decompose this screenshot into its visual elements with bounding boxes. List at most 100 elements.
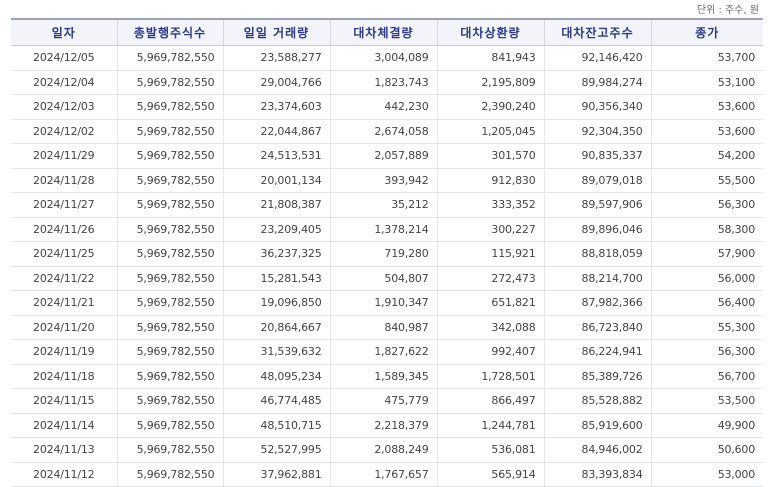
- cell-total-shares: 5,969,782,550: [116, 94, 223, 120]
- table-row: 2024/12/04 5,969,782,550 29,004,766 1,823,7…: [11, 70, 763, 95]
- cell-total-shares: 5,969,782,550: [116, 168, 223, 193]
- lending-balance-table: 일자 총발행주식수 일일 거래량 대차체결량 대차상환량 대차잔고주수 종가 2…: [11, 18, 763, 487]
- table-row: 2024/11/14 5,969,782,550 48,510,715 2,218,3…: [11, 413, 763, 438]
- cell-lending-executed: 475,779: [329, 388, 437, 414]
- table-row: 2024/11/22 5,969,782,550 15,281,543 504,807…: [11, 266, 763, 291]
- cell-lending-balance: 89,079,018: [543, 168, 651, 193]
- cell-lending-balance: 89,984,274: [543, 70, 651, 95]
- table-row: 2024/12/05 5,969,782,550 23,588,277 3,004,0…: [11, 45, 763, 71]
- cell-lending-repaid: 1,205,045: [436, 119, 544, 144]
- cell-date: 2024/11/26: [11, 217, 117, 242]
- table-row: 2024/11/12 5,969,782,550 37,962,881 1,767,6…: [11, 462, 763, 487]
- cell-daily-volume: 24,513,531: [222, 143, 330, 169]
- cell-daily-volume: 48,095,234: [222, 364, 330, 389]
- cell-daily-volume: 29,004,766: [222, 70, 330, 95]
- cell-lending-repaid: 342,088: [436, 315, 544, 340]
- cell-date: 2024/11/25: [11, 241, 117, 267]
- cell-total-shares: 5,969,782,550: [116, 364, 223, 389]
- table-row: 2024/11/27 5,969,782,550 21,808,387 35,212 3…: [11, 192, 763, 218]
- cell-close-price: 57,900: [650, 241, 763, 267]
- table-row: 2024/11/15 5,969,782,550 46,774,485 475,779…: [11, 388, 763, 414]
- cell-lending-executed: 3,004,089: [329, 45, 437, 71]
- header-lending-balance: 대차잔고주수: [543, 19, 651, 46]
- cell-lending-balance: 88,818,059: [543, 241, 651, 267]
- cell-lending-balance: 84,946,002: [543, 437, 651, 463]
- cell-lending-repaid: 651,821: [436, 290, 544, 316]
- header-total-shares: 총발행주식수: [116, 19, 223, 46]
- header-lending-executed: 대차체결량: [329, 19, 437, 46]
- cell-lending-repaid: 866,497: [436, 388, 544, 414]
- cell-close-price: 56,400: [650, 290, 763, 316]
- cell-daily-volume: 31,539,632: [222, 339, 330, 365]
- cell-lending-executed: 1,767,657: [329, 462, 437, 487]
- header-date: 일자: [11, 19, 117, 46]
- cell-lending-repaid: 1,244,781: [436, 413, 544, 438]
- cell-lending-balance: 90,356,340: [543, 94, 651, 120]
- unit-label: 단위 : 주수, 원: [696, 5, 759, 16]
- table-body: 2024/12/05 5,969,782,550 23,588,277 3,004,0…: [11, 45, 763, 487]
- cell-lending-executed: 442,230: [329, 94, 437, 120]
- header-daily-volume: 일일 거래량: [222, 19, 330, 46]
- cell-total-shares: 5,969,782,550: [116, 437, 223, 463]
- cell-close-price: 53,700: [650, 45, 763, 71]
- cell-lending-executed: 719,280: [329, 241, 437, 267]
- cell-date: 2024/11/21: [11, 290, 117, 316]
- cell-close-price: 56,300: [650, 192, 763, 218]
- cell-lending-executed: 2,057,889: [329, 143, 437, 169]
- table-row: 2024/11/28 5,969,782,550 20,001,134 393,942…: [11, 168, 763, 193]
- cell-close-price: 55,500: [650, 168, 763, 193]
- cell-close-price: 50,600: [650, 437, 763, 463]
- cell-lending-executed: 393,942: [329, 168, 437, 193]
- table-row: 2024/11/19 5,969,782,550 31,539,632 1,827,6…: [11, 339, 763, 365]
- cell-lending-repaid: 992,407: [436, 339, 544, 365]
- cell-total-shares: 5,969,782,550: [116, 339, 223, 365]
- cell-total-shares: 5,969,782,550: [116, 388, 223, 414]
- cell-daily-volume: 19,096,850: [222, 290, 330, 316]
- cell-lending-repaid: 301,570: [436, 143, 544, 169]
- cell-date: 2024/11/13: [11, 437, 117, 463]
- cell-daily-volume: 23,209,405: [222, 217, 330, 242]
- table-row: 2024/11/21 5,969,782,550 19,096,850 1,910,3…: [11, 290, 763, 316]
- cell-total-shares: 5,969,782,550: [116, 266, 223, 291]
- cell-lending-repaid: 912,830: [436, 168, 544, 193]
- cell-close-price: 56,000: [650, 266, 763, 291]
- cell-date: 2024/11/15: [11, 388, 117, 414]
- header-close-price: 종가: [650, 19, 763, 46]
- cell-lending-executed: 2,088,249: [329, 437, 437, 463]
- cell-total-shares: 5,969,782,550: [116, 192, 223, 218]
- cell-date: 2024/11/29: [11, 143, 117, 169]
- cell-lending-repaid: 1,728,501: [436, 364, 544, 389]
- cell-total-shares: 5,969,782,550: [116, 143, 223, 169]
- cell-daily-volume: 48,510,715: [222, 413, 330, 438]
- cell-date: 2024/12/02: [11, 119, 117, 144]
- cell-daily-volume: 36,237,325: [222, 241, 330, 267]
- table-row: 2024/11/13 5,969,782,550 52,527,995 2,088,2…: [11, 437, 763, 463]
- cell-lending-executed: 840,987: [329, 315, 437, 340]
- cell-total-shares: 5,969,782,550: [116, 315, 223, 340]
- cell-daily-volume: 23,374,603: [222, 94, 330, 120]
- cell-lending-executed: 1,827,622: [329, 339, 437, 365]
- cell-lending-balance: 92,146,420: [543, 45, 651, 71]
- cell-lending-executed: 504,807: [329, 266, 437, 291]
- cell-daily-volume: 46,774,485: [222, 388, 330, 414]
- cell-date: 2024/11/12: [11, 462, 117, 487]
- cell-lending-repaid: 841,943: [436, 45, 544, 71]
- cell-lending-repaid: 2,390,240: [436, 94, 544, 120]
- cell-daily-volume: 37,962,881: [222, 462, 330, 487]
- cell-date: 2024/12/03: [11, 94, 117, 120]
- cell-lending-balance: 88,214,700: [543, 266, 651, 291]
- cell-close-price: 53,600: [650, 94, 763, 120]
- cell-close-price: 49,900: [650, 413, 763, 438]
- cell-close-price: 55,300: [650, 315, 763, 340]
- cell-lending-executed: 1,378,214: [329, 217, 437, 242]
- cell-date: 2024/11/18: [11, 364, 117, 389]
- cell-lending-balance: 85,389,726: [543, 364, 651, 389]
- cell-date: 2024/12/05: [11, 45, 117, 71]
- cell-lending-balance: 89,597,906: [543, 192, 651, 218]
- cell-date: 2024/11/19: [11, 339, 117, 365]
- cell-lending-balance: 85,919,600: [543, 413, 651, 438]
- cell-lending-executed: 1,589,345: [329, 364, 437, 389]
- table-row: 2024/11/25 5,969,782,550 36,237,325 719,280…: [11, 241, 763, 267]
- cell-daily-volume: 52,527,995: [222, 437, 330, 463]
- cell-daily-volume: 21,808,387: [222, 192, 330, 218]
